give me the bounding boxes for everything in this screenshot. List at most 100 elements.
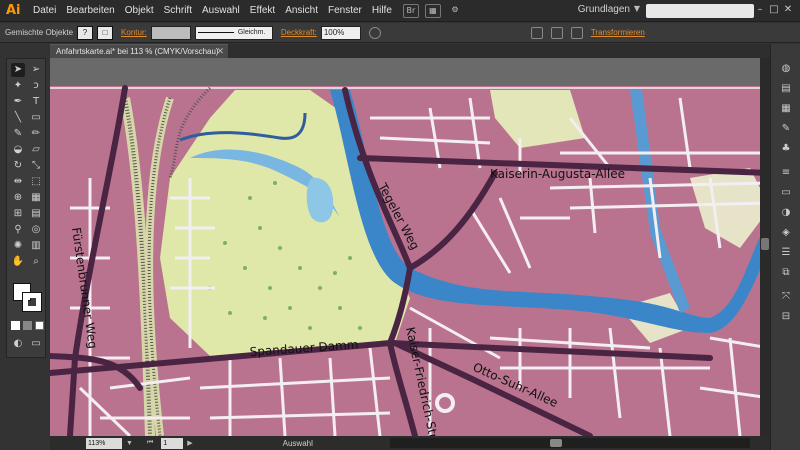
- zoom-tool-icon[interactable]: ⌕: [29, 255, 43, 269]
- maximize-icon[interactable]: □: [768, 3, 780, 17]
- opacity-link[interactable]: Deckkraft:: [281, 28, 317, 37]
- transparency-panel-icon[interactable]: ◑: [779, 206, 793, 220]
- city-map[interactable]: Kaiserin-Augusta-Allee Tegeler Weg Fürst…: [50, 58, 770, 436]
- document-tab[interactable]: Anfahrtskarte.ai* bei 113 % (CMYK/Vorsch…: [50, 44, 228, 58]
- selection-tool-icon[interactable]: ➤: [11, 63, 25, 77]
- pencil-tool-icon[interactable]: ✏: [29, 127, 43, 141]
- paintbrush-tool-icon[interactable]: ✎: [11, 127, 25, 141]
- stroke-panel-icon[interactable]: ≡: [779, 166, 793, 180]
- minimize-icon[interactable]: –: [754, 3, 766, 17]
- canvas[interactable]: Kaiserin-Augusta-Allee Tegeler Weg Fürst…: [50, 58, 770, 436]
- eyedropper-tool-icon[interactable]: ⚲: [11, 223, 25, 237]
- hand-tool-icon[interactable]: ✋: [11, 255, 25, 269]
- gradient-tool-icon[interactable]: ▤: [29, 207, 43, 221]
- vertical-scroll-thumb[interactable]: [761, 238, 769, 250]
- appearance-panel-icon[interactable]: ◈: [779, 226, 793, 240]
- artboard-number-field[interactable]: 1: [161, 437, 184, 449]
- pasteboard: [50, 58, 770, 86]
- rotate-tool-icon[interactable]: ↻: [11, 159, 25, 173]
- mesh-tool-icon[interactable]: ⊞: [11, 207, 25, 221]
- workspace-switcher[interactable]: Grundlagen: [578, 4, 630, 15]
- menu-bearbeiten[interactable]: Bearbeiten: [61, 0, 119, 22]
- vertical-scrollbar[interactable]: [760, 58, 770, 436]
- column-graph-tool-icon[interactable]: ▥: [29, 239, 43, 253]
- menu-hilfe[interactable]: Hilfe: [367, 0, 397, 22]
- menu-fenster[interactable]: Fenster: [323, 0, 367, 22]
- tools-panel: ➤ ➢ ✦ ↄ ✒ T ╲ ▭ ✎ ✏ ◒ ▱ ↻ ⤡ ⇹ ⬚ ⊕ ▦ ⊞ ▤ …: [6, 58, 46, 358]
- blob-brush-tool-icon[interactable]: ◒: [11, 143, 25, 157]
- screen-mode-icon[interactable]: ▭: [29, 337, 43, 351]
- shape-builder-tool-icon[interactable]: ⊕: [11, 191, 25, 205]
- pen-tool-icon[interactable]: ✒: [11, 95, 25, 109]
- stroke-style-label: Gleichm.: [237, 29, 266, 36]
- panel-dock: ◍ ▤ ▦ ✎ ♣ ≡ ▭ ◑ ◈ ☰ ⧉ ⤧ ⊟: [770, 44, 800, 450]
- menu-datei[interactable]: Datei: [28, 0, 61, 22]
- swatches-panel-icon[interactable]: ▦: [779, 102, 793, 116]
- symbols-panel-icon[interactable]: ♣: [779, 142, 793, 156]
- brushes-panel-icon[interactable]: ✎: [779, 122, 793, 136]
- next-page-icon[interactable]: ▶: [187, 439, 192, 447]
- transform-panel-icon[interactable]: ⤧: [779, 290, 793, 304]
- status-bar: 113% ▼ ⏮ 1 ▶ Auswahl: [50, 436, 770, 450]
- label-kaiserin-augusta-allee: Kaiserin-Augusta-Allee: [490, 167, 625, 181]
- align-right-icon[interactable]: [570, 26, 583, 39]
- color-guide-icon[interactable]: ▤: [779, 82, 793, 96]
- horizontal-scrollbar[interactable]: [390, 438, 750, 448]
- align-center-icon[interactable]: [550, 26, 563, 39]
- close-tab-icon[interactable]: ✕: [216, 45, 224, 58]
- gpu-performance-icon[interactable]: ⚙: [447, 4, 463, 18]
- fill-swatch[interactable]: ?: [77, 25, 94, 40]
- eraser-tool-icon[interactable]: ▱: [29, 143, 43, 157]
- zoom-level-field[interactable]: 113%: [86, 437, 122, 449]
- perspective-grid-tool-icon[interactable]: ▦: [29, 191, 43, 205]
- lasso-tool-icon[interactable]: ↄ: [29, 79, 43, 93]
- color-panel-icon[interactable]: ◍: [779, 62, 793, 76]
- line-tool-icon[interactable]: ╲: [11, 111, 25, 125]
- fill-stroke-widget[interactable]: [13, 283, 43, 313]
- symbol-sprayer-tool-icon[interactable]: ✺: [11, 239, 25, 253]
- chevron-down-icon[interactable]: ▼: [634, 4, 640, 13]
- bridge-button[interactable]: Br: [402, 3, 419, 18]
- align-panel-icon[interactable]: ⊟: [779, 310, 793, 324]
- first-page-icon[interactable]: ⏮: [147, 439, 153, 447]
- rectangle-tool-icon[interactable]: ▭: [29, 111, 43, 125]
- color-mode-swatch[interactable]: [11, 321, 20, 330]
- chevron-down-icon[interactable]: ▼: [126, 440, 133, 447]
- scale-tool-icon[interactable]: ⤡: [29, 159, 43, 173]
- arrange-documents-icon[interactable]: ▦: [424, 3, 441, 18]
- layers-panel-icon[interactable]: ☰: [779, 246, 793, 260]
- stroke-profile-select[interactable]: Gleichm.: [194, 25, 273, 40]
- stroke-link[interactable]: Kontur:: [121, 28, 147, 37]
- type-tool-icon[interactable]: T: [29, 95, 43, 109]
- document-tab-bar: Anfahrtskarte.ai* bei 113 % (CMYK/Vorsch…: [50, 44, 770, 58]
- menu-bar: Ai Datei Bearbeiten Objekt Schrift Auswa…: [0, 0, 800, 22]
- gradient-mode-swatch[interactable]: [23, 321, 32, 330]
- stroke-color-box[interactable]: [22, 292, 42, 312]
- transform-link[interactable]: Transformieren: [591, 28, 645, 37]
- stroke-swatch[interactable]: □: [97, 25, 114, 40]
- gradient-panel-icon[interactable]: ▭: [779, 186, 793, 200]
- blend-tool-icon[interactable]: ◎: [29, 223, 43, 237]
- menu-ansicht[interactable]: Ansicht: [280, 0, 323, 22]
- direct-selection-tool-icon[interactable]: ➢: [29, 63, 43, 77]
- none-mode-swatch[interactable]: [35, 321, 44, 330]
- search-input[interactable]: [646, 4, 754, 18]
- menu-auswahl[interactable]: Auswahl: [197, 0, 245, 22]
- opacity-input[interactable]: 100%: [320, 25, 361, 40]
- width-tool-icon[interactable]: ⇹: [11, 175, 25, 189]
- stroke-weight-field[interactable]: [150, 25, 191, 40]
- selection-type-label: Gemischte Objekte: [5, 28, 74, 37]
- free-transform-tool-icon[interactable]: ⬚: [29, 175, 43, 189]
- drawing-mode-icon[interactable]: ◐: [11, 337, 25, 351]
- menu-effekt[interactable]: Effekt: [245, 0, 280, 22]
- align-left-icon[interactable]: [530, 26, 543, 39]
- app-logo: Ai: [6, 2, 21, 18]
- menu-schrift[interactable]: Schrift: [159, 0, 197, 22]
- artboards-panel-icon[interactable]: ⧉: [779, 266, 793, 280]
- recolor-icon[interactable]: [368, 26, 381, 39]
- illustrator-window: Ai Datei Bearbeiten Objekt Schrift Auswa…: [0, 0, 800, 450]
- magic-wand-tool-icon[interactable]: ✦: [11, 79, 25, 93]
- horizontal-scroll-thumb[interactable]: [550, 439, 562, 447]
- close-icon[interactable]: ✕: [782, 3, 794, 17]
- menu-objekt[interactable]: Objekt: [120, 0, 159, 22]
